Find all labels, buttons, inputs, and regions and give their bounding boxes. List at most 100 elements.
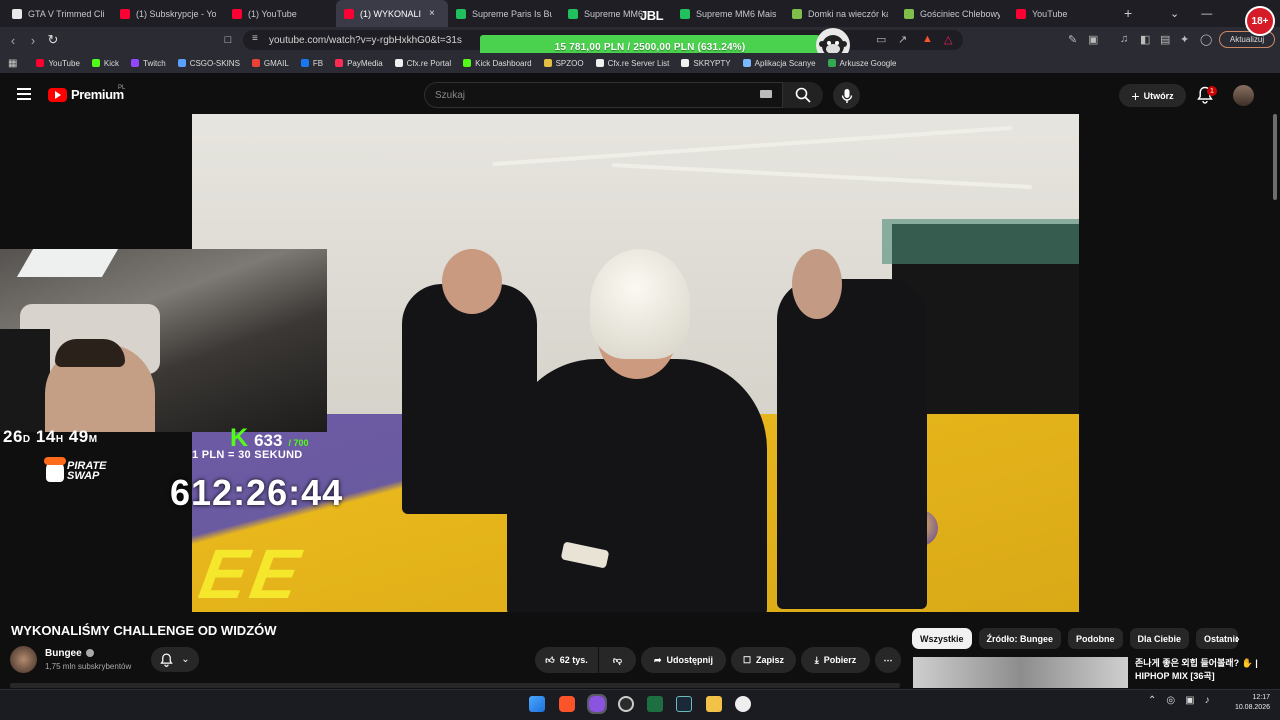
hamburger-menu-icon[interactable] — [17, 88, 31, 100]
start-menu-icon[interactable] — [529, 696, 545, 712]
bell-icon — [160, 653, 174, 667]
browser-tab[interactable]: Domki na wieczór kaw — [784, 0, 896, 27]
screenshot-icon[interactable]: ▣ — [1088, 33, 1098, 46]
bookmark-item[interactable]: Kick — [87, 59, 124, 68]
bookmark-item[interactable]: SPZOO — [539, 59, 589, 68]
display-tray-icon[interactable]: ▣ — [1185, 695, 1194, 706]
back-icon[interactable]: ‹ — [3, 33, 23, 48]
description-box[interactable] — [10, 683, 900, 688]
apps-grid-icon[interactable]: ▦ — [8, 58, 17, 69]
discord-icon[interactable] — [587, 694, 607, 714]
system-clock[interactable]: 12:17 10.08.2026 — [1228, 693, 1270, 713]
search-input[interactable]: Szukaj — [424, 82, 783, 108]
excel-icon[interactable] — [647, 696, 663, 712]
brave-rewards-icon[interactable]: △ — [944, 33, 952, 46]
filter-chip[interactable]: Wszystkie — [912, 628, 972, 649]
bookmark-icon — [543, 59, 552, 67]
new-tab-button[interactable]: + — [1124, 5, 1132, 21]
bookmark-icon — [91, 59, 100, 67]
browser-tab[interactable]: YouTube — [1008, 0, 1120, 27]
bookmark-item[interactable]: Arkusze Google — [823, 59, 902, 68]
leo-ai-icon[interactable]: ✦ — [1180, 33, 1189, 46]
share-page-icon[interactable]: ↗ — [898, 33, 907, 46]
obs-icon[interactable] — [618, 696, 634, 712]
bookmark-item[interactable]: YouTube — [31, 59, 84, 68]
bookmark-item[interactable]: Aplikacja Scanye — [738, 59, 821, 68]
brave-browser-icon[interactable] — [559, 696, 575, 712]
filter-chip[interactable]: Źródło: Bungee — [978, 628, 1062, 649]
site-settings-icon[interactable]: ≡ — [252, 33, 258, 44]
vpn-icon[interactable]: ◯ — [1200, 33, 1212, 46]
page-scrollbar[interactable] — [1272, 114, 1278, 204]
filter-chip[interactable]: Ostatnio — [1196, 628, 1239, 649]
bookmark-icon[interactable]: □ — [218, 34, 238, 46]
channel-avatar[interactable] — [10, 646, 37, 673]
tab-label: (1) YouTube — [248, 8, 297, 19]
account-avatar[interactable] — [1233, 85, 1254, 106]
bookmark-item[interactable]: Cfx.re Server List — [591, 59, 675, 68]
cast-icon[interactable]: ▭ — [876, 33, 886, 46]
reload-icon[interactable]: ↻ — [43, 32, 63, 48]
tray-chevron-icon[interactable]: ⌃ — [1148, 695, 1156, 706]
bookmark-item[interactable]: CSGO-SKINS — [173, 59, 245, 68]
share-button[interactable]: ➦ Udostępnij — [641, 647, 726, 673]
logo-region: PL — [118, 85, 126, 91]
extensions-icon[interactable]: ✎ — [1068, 33, 1077, 46]
minimize-icon[interactable]: — — [1201, 8, 1212, 20]
channel-name[interactable]: Bungee — [45, 648, 94, 659]
subscription-notifications-button[interactable]: ⌄ — [151, 647, 199, 672]
wolf-app-icon[interactable] — [735, 696, 751, 712]
bookmark-item[interactable]: Twitch — [126, 59, 171, 68]
forward-icon[interactable]: › — [23, 33, 43, 48]
filter-chip[interactable]: Podobne — [1068, 628, 1123, 649]
browser-tab[interactable]: GTA V Trimmed Clip 1 — [4, 0, 112, 27]
save-button[interactable]: ☐ Zapisz — [731, 647, 796, 673]
browser-tab[interactable]: Gościniec Chlebowy Z — [896, 0, 1008, 27]
bookmark-item[interactable]: Cfx.re Portal — [390, 59, 456, 68]
brave-shield-icon[interactable]: ▲ — [922, 33, 933, 45]
browser-tab[interactable]: (1) WYKONALI × — [336, 0, 448, 27]
bookmark-label: Arkusze Google — [839, 58, 897, 68]
microphone-tray-icon[interactable]: ◎ — [1166, 695, 1175, 706]
bookmark-item[interactable]: PayMedia — [330, 59, 388, 68]
media-icon[interactable]: ♫ — [1120, 33, 1128, 45]
bookmark-item[interactable]: FB — [296, 59, 328, 68]
recommended-video-thumbnail[interactable] — [913, 657, 1128, 688]
jbl-logo: JBL — [640, 8, 664, 23]
kick-follower-target: / 700 — [288, 438, 309, 448]
youtube-premium-logo[interactable]: Premium PL — [48, 85, 126, 102]
bookmark-item[interactable]: SKRYPTY — [676, 59, 735, 68]
file-explorer-icon[interactable] — [706, 696, 722, 712]
bookmark-icon — [251, 59, 260, 67]
chevron-right-icon[interactable]: › — [1235, 630, 1240, 646]
volume-icon[interactable]: ♪ — [1205, 695, 1210, 706]
update-label: Aktualizuj — [1229, 35, 1265, 44]
more-actions-button[interactable]: ⋯ — [875, 647, 901, 673]
search-button[interactable] — [783, 82, 823, 108]
youtube-icon — [232, 8, 242, 19]
create-button[interactable]: + Utwórz — [1119, 84, 1186, 107]
leaf-icon — [904, 8, 914, 19]
keyboard-icon[interactable] — [760, 90, 772, 98]
browser-tab[interactable]: (1) YouTube — [224, 0, 336, 27]
sidebar-icon[interactable]: ◧ — [1140, 33, 1150, 46]
browser-tab[interactable]: Supreme Paris Is Burn — [448, 0, 560, 27]
scrollbar-thumb[interactable] — [1273, 114, 1277, 200]
recommendation-chips: Wszystkie Źródło: Bungee Podobne Dla Ciebie… — [912, 628, 1239, 649]
tab-search-icon[interactable]: ⌄ — [1170, 7, 1179, 20]
browser-tab[interactable]: (1) Subskrypcje - YouT — [112, 0, 224, 27]
bookmark-item[interactable]: Kick Dashboard — [458, 59, 536, 68]
wallet-icon[interactable]: ▤ — [1160, 33, 1170, 46]
tab-label: Supreme MM6 Maiso — [696, 8, 776, 19]
like-button[interactable]: 👍︎ 62 tys. — [535, 647, 598, 673]
close-tab-icon[interactable]: × — [429, 8, 435, 19]
browser-tab[interactable]: Supreme MM6 Maiso — [672, 0, 784, 27]
voice-search-button[interactable] — [833, 82, 860, 109]
recommended-video-title[interactable]: 존나게 좋은 외힙 들어볼래? ✋ | HIPHOP MIX [36곡] — [1135, 657, 1275, 683]
bookmark-item[interactable]: GMAIL — [247, 59, 294, 68]
filter-chip[interactable]: Dla Ciebie — [1129, 628, 1190, 649]
minutes-value: 49 — [68, 427, 89, 446]
steam-icon[interactable] — [676, 696, 692, 712]
dislike-button[interactable]: 👎︎ — [599, 647, 636, 673]
download-button[interactable]: ⤓ Pobierz — [801, 647, 870, 673]
